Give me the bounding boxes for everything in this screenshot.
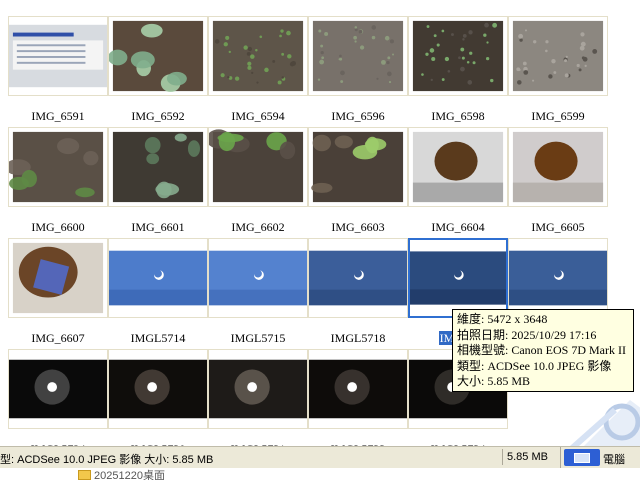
file-name-text: IMG_6601: [131, 220, 185, 234]
file-info-tooltip: 維度: 5472 x 3648 拍照日期: 2025/10/29 17:16 相…: [452, 309, 634, 392]
thumbnail-image[interactable]: [208, 16, 308, 96]
thumbnail-item[interactable]: IMGL5731: [208, 349, 308, 461]
file-name-label: IMGL5714: [108, 331, 208, 346]
file-name-label: IMG_6598: [408, 109, 508, 124]
file-name-text: IMG_6591: [31, 109, 85, 123]
thumbnail-image[interactable]: [8, 127, 108, 207]
taskbar-strip: 20251220桌面: [0, 468, 640, 480]
thumbnail-item[interactable]: IMG_6602: [208, 127, 308, 239]
file-name-text: IMG_6598: [431, 109, 485, 123]
file-name-text: IMGL5714: [130, 331, 186, 345]
thumbnail-item[interactable]: IMG_6592: [108, 16, 208, 128]
thumbnail-item[interactable]: IMG_6604: [408, 127, 508, 239]
thumbnail-item[interactable]: IMG_6607: [8, 238, 108, 350]
thumbnail-image[interactable]: [208, 127, 308, 207]
thumbnail-item[interactable]: IMG_6600: [8, 127, 108, 239]
thumbnail-image[interactable]: [8, 349, 108, 429]
thumbnail-image[interactable]: [408, 16, 508, 96]
tooltip-file-type: 類型: ACDSee 10.0 JPEG 影像: [457, 358, 612, 373]
folder-icon: [78, 470, 91, 480]
thumbnail-image[interactable]: [408, 238, 508, 318]
thumbnail-image[interactable]: [508, 238, 608, 318]
file-name-label: IMGL5718: [308, 331, 408, 346]
zone-label: 電腦: [603, 454, 625, 466]
status-bar: 型: ACDSee 10.0 JPEG 影像 大小: 5.85 MB 5.85 …: [0, 446, 640, 469]
file-name-label: IMG_6599: [508, 109, 608, 124]
thumbnail-image[interactable]: [108, 238, 208, 318]
thumbnail-image[interactable]: [308, 127, 408, 207]
file-name-label: IMG_6592: [108, 109, 208, 124]
thumbnail-image[interactable]: [508, 127, 608, 207]
file-name-label: IMG_6591: [8, 109, 108, 124]
file-name-label: IMG_6605: [508, 220, 608, 235]
file-name-text: IMG_6592: [131, 109, 185, 123]
computer-zone-icon[interactable]: [564, 449, 600, 466]
tooltip-date-taken: 拍照日期: 2025/10/29 17:16: [457, 327, 597, 342]
file-name-text: IMGL5718: [330, 331, 386, 345]
status-size: 5.85 MB: [502, 449, 560, 465]
thumbnail-item[interactable]: IMGL5714: [108, 238, 208, 350]
status-zone: 電腦: [560, 447, 640, 469]
file-name-label: IMG_6607: [8, 331, 108, 346]
thumbnail-item[interactable]: IMG_6601: [108, 127, 208, 239]
file-name-label: IMG_6601: [108, 220, 208, 235]
thumbnail-image[interactable]: [8, 16, 108, 96]
thumbnail-item[interactable]: IMGL5715: [208, 238, 308, 350]
thumbnail-item[interactable]: IMG_6605: [508, 127, 608, 239]
file-name-label: IMG_6600: [8, 220, 108, 235]
thumbnail-item[interactable]: IMG_6603: [308, 127, 408, 239]
file-name-text: IMG_6596: [331, 109, 385, 123]
tooltip-dimensions: 維度: 5472 x 3648: [457, 312, 548, 326]
thumbnail-item[interactable]: IMG_6591: [8, 16, 108, 128]
file-name-label: IMG_6603: [308, 220, 408, 235]
thumbnail-image[interactable]: [308, 238, 408, 318]
file-name-label: IMG_6594: [208, 109, 308, 124]
thumbnail-image[interactable]: [408, 127, 508, 207]
thumbnail-image[interactable]: [108, 349, 208, 429]
thumbnail-item[interactable]: IMGL5733: [308, 349, 408, 461]
file-name-text: IMG_6605: [531, 220, 585, 234]
file-name-text: IMG_6603: [331, 220, 385, 234]
thumbnail-image[interactable]: [308, 349, 408, 429]
file-name-label: IMG_6596: [308, 109, 408, 124]
file-name-label: IMGL5715: [208, 331, 308, 346]
thumbnail-item[interactable]: IMGL5730: [108, 349, 208, 461]
file-name-text: IMG_6607: [31, 331, 85, 345]
tooltip-camera-model: 相機型號: Canon EOS 7D Mark II: [457, 343, 626, 357]
thumbnail-image[interactable]: [108, 16, 208, 96]
file-name-text: IMGL5715: [230, 331, 286, 345]
thumbnail-image[interactable]: [208, 238, 308, 318]
thumbnail-item[interactable]: IMG_6594: [208, 16, 308, 128]
file-name-label: IMG_6602: [208, 220, 308, 235]
file-name-text: IMG_6599: [531, 109, 585, 123]
thumbnail-image[interactable]: [8, 238, 108, 318]
thumbnail-item[interactable]: IMG_6596: [308, 16, 408, 128]
file-name-label: IMG_6604: [408, 220, 508, 235]
status-text: 型: ACDSee 10.0 JPEG 影像 大小: 5.85 MB: [0, 454, 214, 466]
thumbnail-item[interactable]: IMGL5724: [8, 349, 108, 461]
thumbnail-item[interactable]: IMG_6599: [508, 16, 608, 128]
folder-label[interactable]: 20251220桌面: [94, 468, 165, 480]
thumbnail-item[interactable]: IMGL5718: [308, 238, 408, 350]
file-name-text: IMG_6602: [231, 220, 285, 234]
file-name-text: IMG_6604: [431, 220, 485, 234]
thumbnail-image[interactable]: [208, 349, 308, 429]
thumbnail-image[interactable]: [508, 16, 608, 96]
thumbnail-item[interactable]: IMG_6598: [408, 16, 508, 128]
thumbnail-image[interactable]: [308, 16, 408, 96]
file-name-text: IMG_6600: [31, 220, 85, 234]
thumbnail-image[interactable]: [108, 127, 208, 207]
file-name-text: IMG_6594: [231, 109, 285, 123]
tooltip-file-size: 大小: 5.85 MB: [457, 374, 531, 388]
